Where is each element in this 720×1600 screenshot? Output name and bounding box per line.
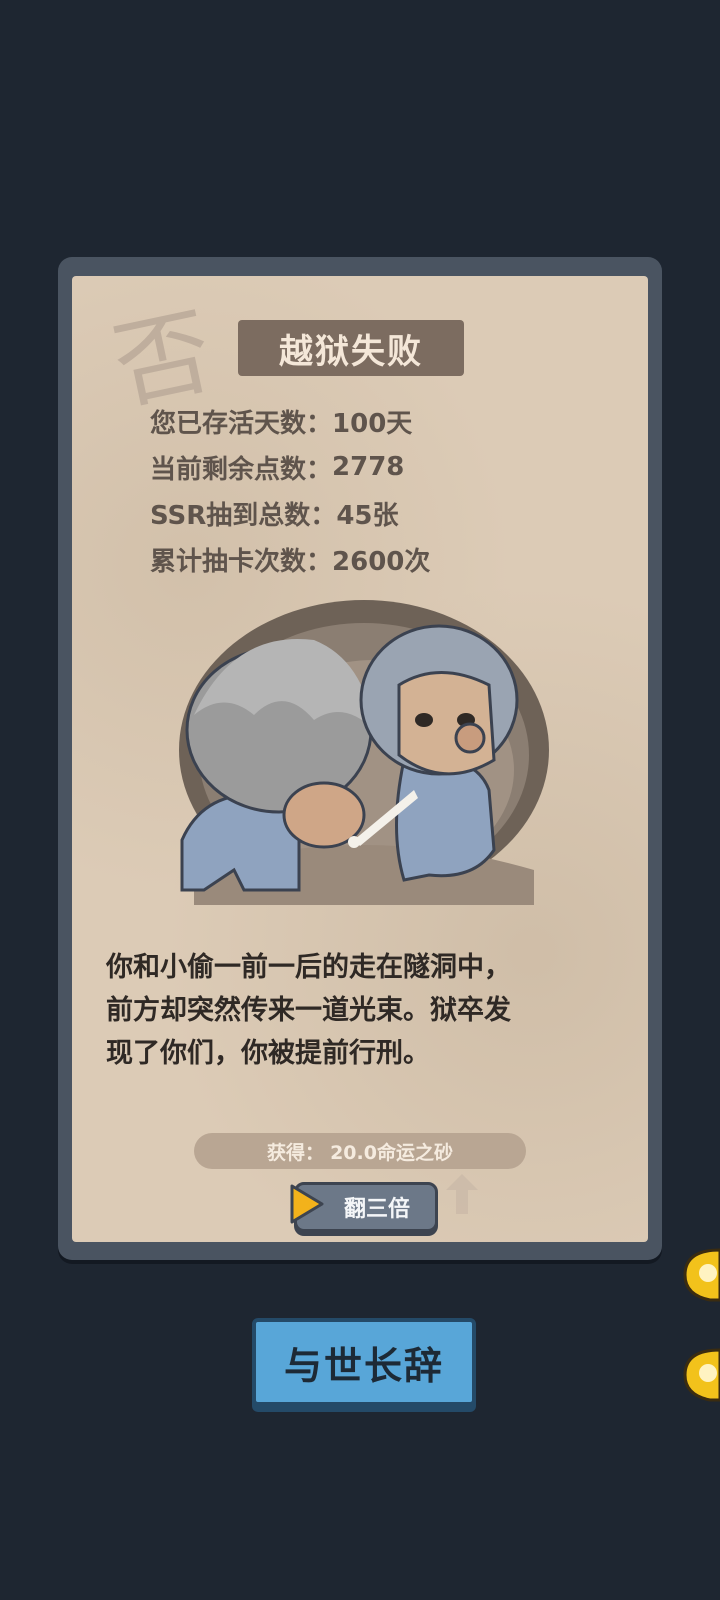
stamp-icon: 否 xyxy=(108,300,218,410)
story-line: 现了你们，你被提前行刑。 xyxy=(106,1038,430,1069)
story-line: 前方却突然传来一道光束。狱卒发 xyxy=(106,995,511,1026)
stat-value: 2778 xyxy=(332,452,405,482)
stat-row-days: 您已存活天数： 100天 xyxy=(150,398,430,444)
farewell-button[interactable]: 与世长辞 xyxy=(252,1318,476,1406)
stat-label: 您已存活天数： xyxy=(150,408,333,439)
tunnel-illustration xyxy=(179,600,549,905)
dialog-title-banner: 越狱失败 xyxy=(238,320,464,376)
stat-label: 当前剩余点数： xyxy=(150,454,333,485)
play-icon xyxy=(290,1184,324,1224)
stat-row-points: 当前剩余点数： 2778 xyxy=(150,444,430,490)
reward-bar: 获得： 20.0命运之砂 xyxy=(194,1133,526,1169)
farewell-label: 与世长辞 xyxy=(283,1343,444,1388)
reward-value: 20.0命运之砂 xyxy=(330,1141,453,1164)
trophy-icon[interactable] xyxy=(680,1240,720,1310)
stat-row-draws: 累计抽卡次数： 2600次 xyxy=(150,536,430,582)
stat-value: 2600次 xyxy=(332,546,431,577)
story-text: 你和小偷一前一后的走在隧洞中， 前方却突然传来一道光束。狱卒发 现了你们，你被提… xyxy=(106,946,621,1075)
up-arrow-icon xyxy=(446,1174,478,1214)
story-line: 你和小偷一前一后的走在隧洞中， xyxy=(106,952,511,983)
stat-value: 45张 xyxy=(336,500,399,531)
stamp-char: 否 xyxy=(108,300,218,410)
trophy-icon[interactable] xyxy=(680,1340,720,1410)
stat-label: 累计抽卡次数： xyxy=(150,546,333,577)
stat-label: SSR抽到总数： xyxy=(150,500,337,531)
stat-value: 100天 xyxy=(332,408,413,439)
stats-list: 您已存活天数： 100天 当前剩余点数： 2778 SSR抽到总数： 45张 累… xyxy=(150,398,430,582)
reward-label: 获得： xyxy=(267,1141,325,1164)
stat-row-ssr: SSR抽到总数： 45张 xyxy=(150,490,430,536)
dialog-title: 越狱失败 xyxy=(279,331,423,372)
triple-reward-label: 翻三倍 xyxy=(343,1197,410,1222)
